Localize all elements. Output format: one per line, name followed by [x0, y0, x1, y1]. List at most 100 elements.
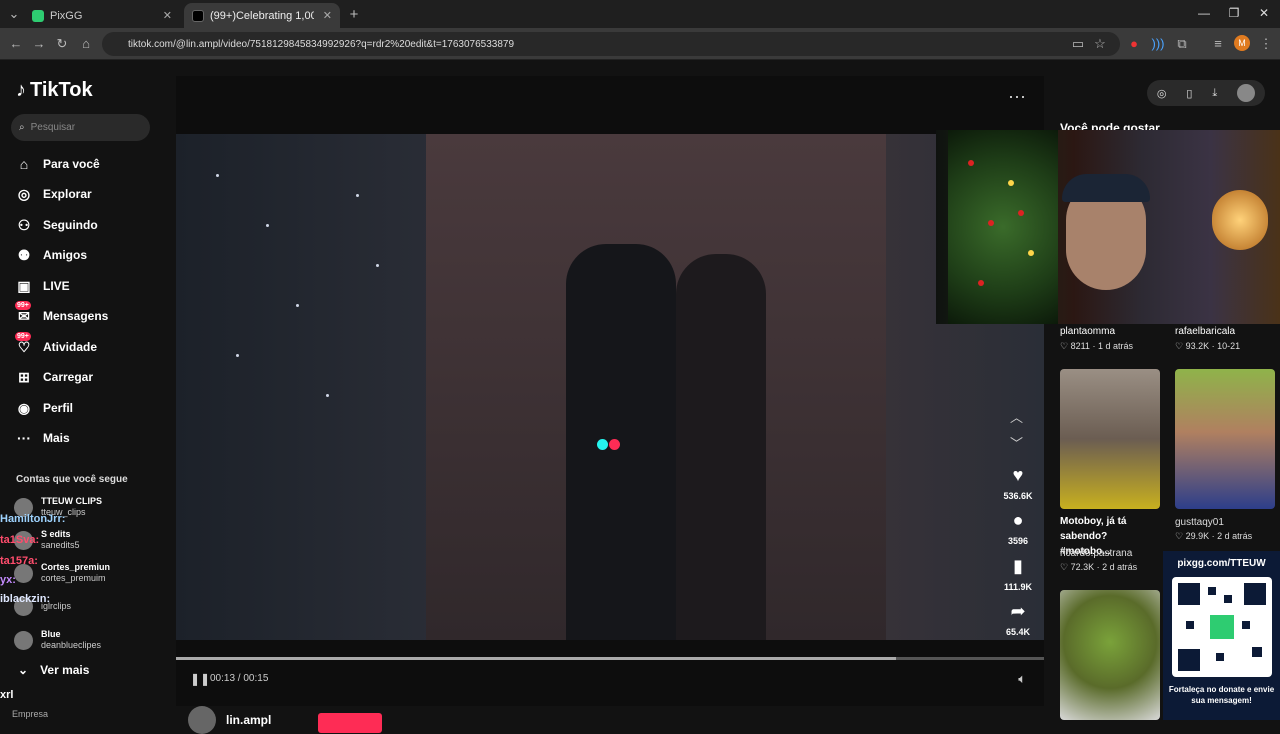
next-video-icon[interactable]: ﹀ [1010, 433, 1023, 452]
save-button[interactable]: ▮ 111.9K [1001, 556, 1035, 595]
video-progress-fill [176, 657, 897, 660]
card-meta: ♡ 93.2K · 10-21 [1175, 341, 1241, 351]
new-tab-icon[interactable]: + [346, 6, 362, 23]
tab-title: PixGG [50, 9, 83, 22]
url-field[interactable]: tiktok.com/@lin.ampl/video/7518129845834… [102, 32, 1120, 56]
bulb-decor [968, 160, 974, 166]
qr-module [1208, 587, 1216, 595]
nav-label: Carregar [43, 370, 94, 384]
star-decor [356, 194, 359, 197]
qr-module [1216, 653, 1224, 661]
forward-icon[interactable]: → [31, 36, 47, 51]
bookmark-star-icon[interactable]: ☆ [1092, 36, 1108, 52]
extension-audio-icon[interactable]: ))) [1150, 36, 1166, 51]
card-user[interactable]: plantaomma [1060, 326, 1115, 337]
nav-label: LIVE [43, 279, 70, 293]
video-player[interactable]: ··· ❚❚ 00:13 / 00:15 🔈︎ [176, 76, 1044, 706]
restore-icon[interactable]: ❐ [1224, 6, 1244, 20]
tab-tiktok[interactable]: (99+)Celebrating 1,000 Foll ✕ [184, 3, 340, 28]
chevron-down-icon: ⌄ [18, 663, 29, 677]
close-tab-icon[interactable]: ✕ [163, 9, 172, 22]
nav-atividade[interactable]: ♡ 99+ Atividade [14, 331, 97, 357]
qr-module [1252, 647, 1262, 657]
streamer-cap [1062, 174, 1150, 202]
tiktok-logo[interactable]: ♪ TikTok [16, 79, 93, 102]
tab-pixgg[interactable]: PixGG ✕ [24, 3, 180, 28]
back-icon[interactable]: ← [8, 36, 24, 51]
video-thumbnail[interactable] [1175, 369, 1275, 509]
nav-label: Mais [43, 431, 70, 445]
like-button[interactable]: ♥ 536.6K [1001, 465, 1035, 504]
pause-icon[interactable]: ❚❚ [190, 672, 210, 686]
tab-list-icon[interactable]: ⌄ [6, 6, 22, 22]
star-decor [326, 394, 329, 397]
nav-seguindo[interactable]: ⚇ Seguindo [14, 215, 98, 235]
live-icon: ▣ [17, 277, 31, 294]
close-window-icon[interactable]: ✕ [1254, 6, 1274, 20]
bulb-decor [1018, 210, 1024, 216]
follow-button[interactable] [318, 713, 382, 733]
card-meta: ♡ 29.9K · 2 d atrás [1175, 531, 1253, 541]
video-thumbnail[interactable] [1060, 369, 1160, 509]
card-user[interactable]: ricardo.pastrana [1060, 548, 1132, 559]
company-link[interactable]: Empresa [12, 709, 48, 719]
video-thumbnail[interactable] [1060, 590, 1160, 720]
previous-video-icon[interactable]: ︿ [1010, 407, 1023, 426]
upload-icon: ⊞ [18, 368, 30, 385]
like-count: 536.6K [1003, 491, 1033, 501]
pixgg-favicon-icon [32, 9, 44, 22]
following-account[interactable]: Blue deanblueclipes [14, 625, 101, 655]
more-options-icon[interactable]: ··· [1008, 86, 1026, 107]
search-icon: ⌕ [19, 122, 25, 133]
home-icon[interactable]: ⌂ [78, 36, 94, 51]
account-handle: cortes_premuim [41, 573, 106, 583]
card-date: 2 d atrás [1102, 562, 1138, 572]
nav-amigos[interactable]: ⚉ Amigos [14, 245, 87, 265]
nav-explorar[interactable]: ◎ Explorar [14, 184, 92, 204]
nav-perfil[interactable]: ◉ Perfil [14, 398, 73, 418]
card-user[interactable]: gusttaqy01 [1175, 517, 1224, 528]
extension-record-icon[interactable]: ● [1126, 36, 1142, 51]
star-decor [236, 354, 239, 357]
download-icon[interactable]: ⤓ [1212, 87, 1217, 100]
minimize-icon[interactable]: — [1194, 6, 1214, 20]
video-progress-bar[interactable] [176, 657, 1044, 660]
loading-dot [609, 439, 620, 450]
nav-mais[interactable]: ··· Mais [14, 428, 70, 448]
compass-icon[interactable]: ◎ [1157, 87, 1167, 100]
nav-para-voce[interactable]: ⌂ Para você [14, 154, 100, 174]
device-icon[interactable]: ▯ [1186, 87, 1192, 100]
media-controls-icon[interactable]: ≡ [1210, 36, 1226, 51]
see-more-button[interactable]: ⌄ Ver mais [18, 663, 89, 677]
nav-live[interactable]: ▣ LIVE [14, 276, 70, 296]
messages-badge: 99+ [15, 300, 31, 310]
cast-icon[interactable]: ▭ [1070, 36, 1086, 52]
extensions-icon[interactable]: ⧉ [1174, 36, 1190, 52]
christmas-tree [948, 130, 1058, 324]
qr-marker [1178, 583, 1200, 605]
qr-marker [1244, 583, 1266, 605]
browser-menu-icon[interactable]: ⋮ [1258, 36, 1274, 52]
card-views: 72.3K [1070, 562, 1095, 572]
home-icon: ⌂ [19, 156, 29, 172]
comment-button[interactable]: ● 3596 [1001, 510, 1035, 549]
search-placeholder: Pesquisar [30, 122, 76, 133]
figure-silhouette [566, 244, 676, 640]
reload-icon[interactable]: ↻ [54, 36, 70, 52]
account-name: Blue [41, 629, 61, 639]
nav-mensagens[interactable]: ✉ 99+ Mensagens [14, 300, 108, 326]
video-author[interactable]: lin.ampl [188, 706, 271, 734]
profile-avatar[interactable]: M [1234, 35, 1250, 51]
lamp-decor [1212, 190, 1268, 250]
volume-icon[interactable]: 🔈︎ [1018, 671, 1026, 687]
search-input[interactable]: ⌕ Pesquisar [11, 114, 150, 141]
compass-icon: ◎ [17, 185, 31, 202]
card-user[interactable]: rafaelbaricala [1175, 326, 1235, 337]
comment-icon: ● [1012, 510, 1024, 530]
card-meta: ♡ 8211 · 1 d atrás [1060, 341, 1133, 351]
avatar[interactable] [1237, 84, 1256, 102]
nav-carregar[interactable]: ⊞ Carregar [14, 367, 93, 387]
streamer-webcam-overlay [936, 130, 1280, 324]
close-tab-icon[interactable]: ✕ [323, 9, 332, 22]
share-button[interactable]: ➦ 65.4K [1001, 601, 1035, 640]
